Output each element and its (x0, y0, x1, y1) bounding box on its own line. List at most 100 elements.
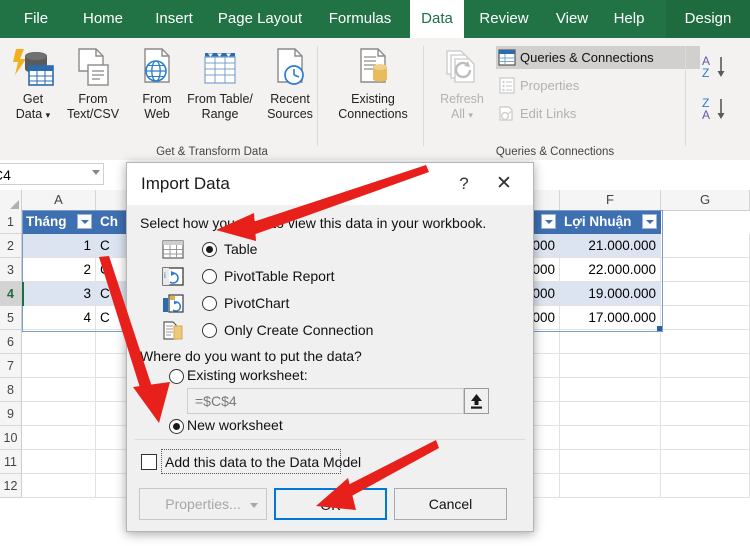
column-header-g[interactable]: G (661, 190, 750, 210)
row-header-9[interactable]: 9 (0, 402, 22, 426)
properties-dialog-button[interactable]: Properties... (139, 488, 267, 520)
recent-sources-button[interactable]: Recent Sources (257, 42, 323, 140)
radio-label-table[interactable]: Table (224, 241, 257, 257)
row-header-10[interactable]: 10 (0, 426, 22, 450)
radio-pivottable-report[interactable] (202, 269, 217, 284)
name-box-dropdown-icon[interactable] (92, 170, 100, 175)
cell-a6[interactable] (22, 330, 96, 354)
from-text-csv-button[interactable]: From Text/CSV (62, 42, 124, 140)
edit-links-button[interactable]: Edit Links (496, 102, 700, 125)
row-header-12[interactable]: 12 (0, 474, 22, 498)
cancel-button[interactable]: Cancel (394, 488, 507, 520)
from-web-button[interactable]: From Web (126, 42, 188, 140)
radio-table[interactable] (202, 242, 217, 257)
cell-a3[interactable]: 2 (22, 258, 96, 282)
column-header-f[interactable]: F (560, 190, 661, 210)
data-model-checkbox[interactable] (141, 454, 157, 470)
cell-f4[interactable]: 19.000.000 (560, 282, 661, 306)
cell-f5[interactable]: 17.000.000 (560, 306, 661, 330)
radio-label-only-create-connection[interactable]: Only Create Connection (224, 322, 373, 338)
tab-page-layout[interactable]: Page Layout (208, 0, 312, 38)
cell-f6[interactable] (560, 330, 661, 354)
from-table-range-button[interactable]: From Table/ Range (183, 42, 257, 140)
cell-a11[interactable] (22, 450, 96, 474)
cell-g8[interactable] (661, 378, 750, 402)
cell-f11[interactable] (560, 450, 661, 474)
row-header-6[interactable]: 6 (0, 330, 22, 354)
tab-file[interactable]: File (10, 0, 62, 38)
cell-g10[interactable] (661, 426, 750, 450)
row-header-3[interactable]: 3 (0, 258, 22, 282)
tab-insert[interactable]: Insert (144, 0, 204, 38)
cell-a5[interactable]: 4 (22, 306, 96, 330)
sort-ascending-button[interactable]: A Z (700, 52, 730, 87)
cell-g6[interactable] (661, 330, 750, 354)
cell-g2[interactable] (661, 234, 750, 258)
select-all-corner[interactable] (0, 190, 22, 210)
cell-f9[interactable] (560, 402, 661, 426)
cell-a10[interactable] (22, 426, 96, 450)
radio-label-pivottable-report[interactable]: PivotTable Report (224, 268, 335, 284)
tab-review[interactable]: Review (470, 0, 538, 38)
queries-connections-button[interactable]: Queries & Connections (496, 46, 700, 69)
cell-g9[interactable] (661, 402, 750, 426)
cell-g3[interactable] (661, 258, 750, 282)
cell-g7[interactable] (661, 354, 750, 378)
existing-connections-button[interactable]: Existing Connections (325, 42, 421, 140)
cell-g5[interactable] (661, 306, 750, 330)
column-header-a[interactable]: A (22, 190, 96, 210)
cell-f7[interactable] (560, 354, 661, 378)
row-header-1[interactable]: 1 (0, 210, 22, 234)
cell-f10[interactable] (560, 426, 661, 450)
fill-handle[interactable] (657, 326, 662, 331)
properties-button[interactable]: Properties (496, 74, 700, 97)
cell-g4[interactable] (661, 282, 750, 306)
cell-a12[interactable] (22, 474, 96, 498)
name-box[interactable]: C4 (0, 163, 104, 185)
tab-view[interactable]: View (546, 0, 598, 38)
radio-new-worksheet[interactable] (169, 419, 184, 434)
tab-formulas[interactable]: Formulas (318, 0, 402, 38)
cell-a9[interactable] (22, 402, 96, 426)
cell-a4[interactable]: 3 (22, 282, 96, 306)
range-picker-button[interactable] (464, 388, 489, 414)
data-model-label[interactable]: Add this data to the Data Model (165, 454, 361, 470)
tab-data[interactable]: Data (410, 0, 464, 38)
row-header-4[interactable]: 4 (0, 282, 22, 306)
filter-dropdown-a1[interactable] (77, 214, 92, 229)
filter-dropdown-f1[interactable] (642, 214, 657, 229)
row-header-7[interactable]: 7 (0, 354, 22, 378)
row-header-2[interactable]: 2 (0, 234, 22, 258)
ok-button[interactable]: OK (274, 488, 387, 520)
radio-label-pivotchart[interactable]: PivotChart (224, 295, 289, 311)
existing-worksheet-range-input[interactable]: =$C$4 (187, 388, 464, 414)
tab-home[interactable]: Home (72, 0, 134, 38)
cell-g11[interactable] (661, 450, 750, 474)
row-header-8[interactable]: 8 (0, 378, 22, 402)
tab-design[interactable]: Design (666, 0, 750, 38)
row-header-5[interactable]: 5 (0, 306, 22, 330)
refresh-all-button[interactable]: Refresh All ▾ (432, 42, 492, 140)
cell-g12[interactable] (661, 474, 750, 498)
radio-label-new-worksheet[interactable]: New worksheet (187, 417, 283, 433)
chevron-down-icon[interactable] (250, 503, 258, 508)
row-header-11[interactable]: 11 (0, 450, 22, 474)
radio-existing-worksheet[interactable] (169, 369, 184, 384)
sort-descending-button[interactable]: Z A (700, 94, 730, 129)
import-data-dialog[interactable]: Import Data ? ✕ Select how you want to v… (126, 162, 534, 532)
cell-a2[interactable]: 1 (22, 234, 96, 258)
cell-f2[interactable]: 21.000.000 (560, 234, 661, 258)
radio-pivotchart[interactable] (202, 296, 217, 311)
cell-f3[interactable]: 22.000.000 (560, 258, 661, 282)
cell-f8[interactable] (560, 378, 661, 402)
tab-help[interactable]: Help (604, 0, 654, 38)
radio-label-existing-worksheet[interactable]: Existing worksheet: (187, 367, 308, 383)
close-icon[interactable]: ✕ (487, 172, 521, 196)
cell-f12[interactable] (560, 474, 661, 498)
cell-a8[interactable] (22, 378, 96, 402)
get-data-button[interactable]: Get Data ▾ (2, 42, 64, 140)
radio-only-create-connection[interactable] (202, 323, 217, 338)
filter-dropdown-e1[interactable] (541, 214, 556, 229)
cell-a7[interactable] (22, 354, 96, 378)
help-icon[interactable]: ? (449, 172, 479, 196)
